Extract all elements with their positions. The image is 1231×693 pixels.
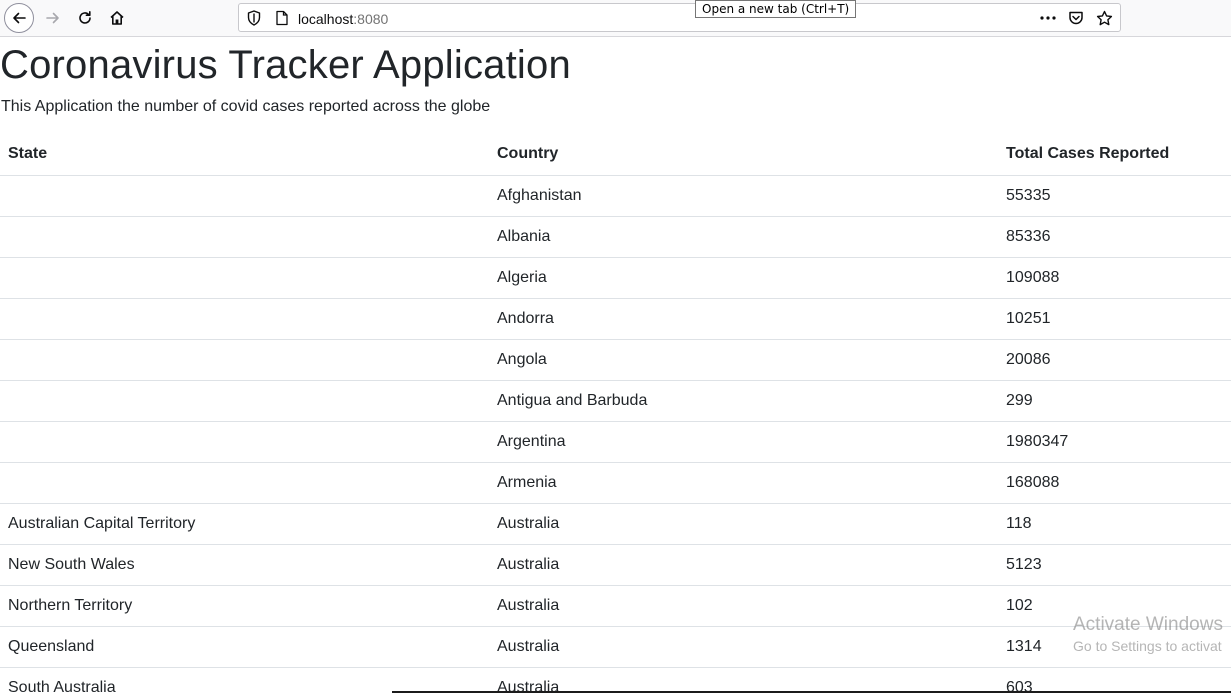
url-host: localhost (298, 11, 354, 27)
table-header-row: State Country Total Cases Reported (0, 134, 1231, 176)
cell-state: New South Wales (0, 544, 489, 586)
cell-total: 1980347 (998, 421, 1231, 463)
table-row: Angola 20086 (0, 339, 1231, 381)
url-port: :8080 (353, 11, 389, 27)
table-row: New South Wales Australia 5123 (0, 544, 1231, 586)
cell-total: 109088 (998, 257, 1231, 299)
cell-state: Queensland (0, 626, 489, 668)
header-state: State (0, 134, 489, 176)
cell-country: Antigua and Barbuda (489, 380, 998, 422)
url-text[interactable]: localhost:8080 (298, 11, 388, 27)
cell-total: 118 (998, 503, 1231, 545)
cell-country: Australia (489, 667, 998, 693)
activate-windows-watermark: Activate Windows Go to Settings to activ… (1073, 614, 1223, 654)
home-button[interactable] (102, 3, 132, 33)
cell-state (0, 257, 489, 299)
cell-state (0, 175, 489, 217)
browser-toolbar: localhost:8080 Open a new tab (Ctrl+T) (0, 0, 1231, 37)
cell-country: Angola (489, 339, 998, 381)
cell-state (0, 339, 489, 381)
more-dots-icon[interactable] (1038, 8, 1058, 28)
cell-state (0, 462, 489, 504)
table-row: Antigua and Barbuda 299 (0, 380, 1231, 422)
cell-state: Australian Capital Territory (0, 503, 489, 545)
cell-country: Afghanistan (489, 175, 998, 217)
reload-button[interactable] (70, 3, 100, 33)
forward-button[interactable] (38, 3, 68, 33)
tracking-shield-icon[interactable] (247, 10, 261, 26)
forward-arrow-icon (46, 12, 59, 24)
table-row: Australian Capital Territory Australia 1… (0, 503, 1231, 545)
cell-total: 299 (998, 380, 1231, 422)
bookmark-star-icon[interactable] (1094, 8, 1114, 28)
back-button[interactable] (4, 3, 34, 33)
cell-state: Northern Territory (0, 585, 489, 627)
cell-total: 5123 (998, 544, 1231, 586)
watermark-title: Activate Windows (1073, 614, 1223, 635)
table-row: Armenia 168088 (0, 462, 1231, 504)
cell-total: 10251 (998, 298, 1231, 340)
watermark-subtitle: Go to Settings to activat (1073, 638, 1222, 654)
cell-country: Australia (489, 585, 998, 627)
cell-total: 85336 (998, 216, 1231, 258)
header-country: Country (489, 134, 998, 176)
cell-total: 603 (998, 667, 1231, 693)
home-icon (110, 11, 124, 25)
cell-country: Andorra (489, 298, 998, 340)
cell-country: Algeria (489, 257, 998, 299)
cell-total: 55335 (998, 175, 1231, 217)
new-tab-tooltip: Open a new tab (Ctrl+T) (695, 0, 857, 18)
cases-table: State Country Total Cases Reported Afgha… (0, 134, 1231, 693)
reload-icon (79, 11, 91, 24)
page-icon[interactable] (275, 10, 289, 26)
table-row: Albania 85336 (0, 216, 1231, 258)
table-row: Algeria 109088 (0, 257, 1231, 299)
table-row: Queensland Australia 1314 (0, 626, 1231, 668)
cell-state (0, 216, 489, 258)
address-bar[interactable]: localhost:8080 (238, 3, 1121, 32)
cell-country: Australia (489, 626, 998, 668)
cell-state (0, 380, 489, 422)
table-row: Argentina 1980347 (0, 421, 1231, 463)
cell-country: Australia (489, 544, 998, 586)
cell-total: 168088 (998, 462, 1231, 504)
cell-total: 20086 (998, 339, 1231, 381)
page-subtitle: This Application the number of covid cas… (1, 98, 491, 115)
cell-state: South Australia (0, 667, 489, 693)
table-row: Afghanistan 55335 (0, 175, 1231, 217)
table-row: South Australia Australia 603 (0, 667, 1231, 693)
cell-country: Armenia (489, 462, 998, 504)
pocket-icon[interactable] (1066, 8, 1086, 28)
cell-state (0, 298, 489, 340)
cell-country: Albania (489, 216, 998, 258)
header-total-cases: Total Cases Reported (998, 134, 1231, 176)
cell-country: Argentina (489, 421, 998, 463)
back-arrow-icon (13, 12, 26, 24)
page-title: Coronavirus Tracker Application (0, 43, 571, 87)
urlbar-actions (1038, 8, 1114, 28)
cell-country: Australia (489, 503, 998, 545)
table-row: Northern Territory Australia 102 (0, 585, 1231, 627)
cell-state (0, 421, 489, 463)
table-row: Andorra 10251 (0, 298, 1231, 340)
